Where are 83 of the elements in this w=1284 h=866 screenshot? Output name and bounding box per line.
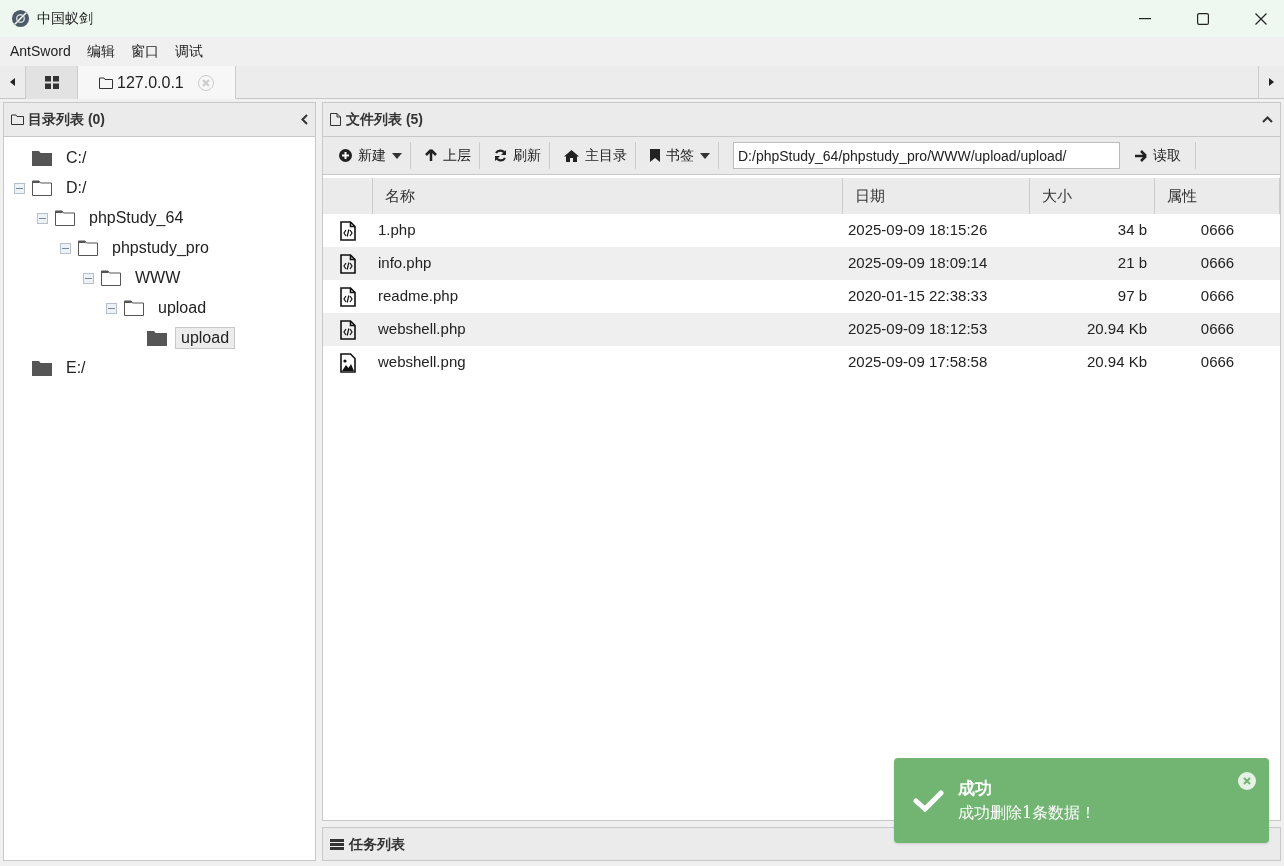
tree-item[interactable]: upload: [152, 297, 213, 319]
file-icon: [330, 113, 341, 126]
tab[interactable]: [26, 66, 78, 99]
collapse-toggle-icon[interactable]: [14, 182, 25, 194]
table-cell-text: 2020-01-15 22:38:33: [847, 286, 989, 307]
path-input[interactable]: D:/phpStudy_64/phpstudy_pro/WWW/upload/upload/: [733, 142, 1120, 169]
tree-item[interactable]: D:/: [60, 177, 93, 199]
toast-message: 成功删除1条数据！: [958, 802, 1097, 825]
app-logo-icon: [11, 9, 30, 28]
toolbar-button[interactable]: 上层: [417, 142, 480, 169]
right-caret-icon: [1269, 78, 1274, 86]
table-cell-text: webshell.png: [377, 352, 467, 373]
file-row[interactable]: info.php 2025-09-09 18:09:14 21 b 0666: [323, 247, 1280, 280]
tree-item[interactable]: WWW: [129, 267, 187, 289]
code-file-icon: [340, 286, 356, 307]
caret-icon: [700, 152, 710, 159]
collapse-icon[interactable]: [1262, 116, 1273, 123]
list-icon: [330, 838, 344, 850]
tree-item[interactable]: phpStudy_64: [83, 207, 190, 229]
close-icon: [1243, 777, 1251, 785]
panel-title: 文件列表 (5): [346, 110, 423, 129]
read-button[interactable]: 读取: [1128, 142, 1196, 169]
table-cell-text: 1.php: [377, 220, 417, 241]
tree-item[interactable]: phpstudy_pro: [106, 237, 215, 259]
image-file-icon: [340, 352, 356, 373]
table-cell-text: 21 b: [1116, 253, 1148, 274]
bookmark-icon: [650, 149, 660, 162]
table-cell-text: 34 b: [1116, 220, 1148, 241]
menu-item[interactable]: 编辑: [80, 39, 121, 64]
menu-item[interactable]: AntSword: [4, 39, 77, 64]
table-cell-text: 20.94 Kb: [1085, 319, 1148, 340]
collapse-toggle-icon[interactable]: [37, 212, 48, 224]
table-cell-text: 2025-09-09 18:15:26: [847, 220, 989, 241]
right-arrow-icon: [1134, 149, 1147, 162]
toolbar-button[interactable]: 书签: [642, 142, 719, 169]
table-cell-text: webshell.php: [377, 319, 467, 340]
up-arrow-icon: [425, 149, 437, 162]
left-caret-icon: [10, 78, 15, 86]
collapse-toggle-icon[interactable]: [60, 242, 71, 254]
toast-title: 成功: [958, 776, 993, 800]
table-cell-text: 0666: [1199, 319, 1236, 340]
table-cell-text: 97 b: [1116, 286, 1148, 307]
table-cell-text: info.php: [377, 253, 433, 274]
tree-item[interactable]: upload: [175, 327, 236, 349]
home-icon: [564, 149, 579, 162]
table-cell-text: 2025-09-09 17:58:58: [847, 352, 989, 373]
collapse-toggle-icon[interactable]: [106, 302, 117, 314]
window-title: 中国蚁剑: [37, 9, 93, 28]
toolbar-button[interactable]: 刷新: [486, 142, 550, 169]
refresh-icon: [494, 149, 507, 162]
table-cell-text: 2025-09-09 18:12:53: [847, 319, 989, 340]
code-file-icon: [340, 319, 356, 340]
folder-icon: [99, 76, 113, 89]
toast-close-button[interactable]: [1238, 772, 1256, 790]
table-cell-text: 0666: [1199, 286, 1236, 307]
tree-item[interactable]: E:/: [60, 357, 92, 379]
panel-title: 目录列表 (0): [28, 110, 105, 129]
minimize-icon: [1139, 17, 1151, 20]
table-cell-text: 0666: [1199, 220, 1236, 241]
table-cell-text: 20.94 Kb: [1085, 352, 1148, 373]
grid-icon: [44, 76, 59, 89]
collapse-icon[interactable]: [301, 114, 308, 125]
table-cell-text: 0666: [1199, 253, 1236, 274]
panel-title: 任务列表: [349, 834, 405, 854]
table-cell-text: readme.php: [377, 286, 460, 307]
file-row[interactable]: webshell.php 2025-09-09 18:12:53 20.94 Kb 0666: [323, 313, 1280, 346]
table-cell-text: 2025-09-09 18:09:14: [847, 253, 989, 274]
tab[interactable]: 127.0.0.1: [78, 66, 236, 99]
toolbar-button[interactable]: 主目录: [556, 142, 636, 169]
collapse-toggle-icon[interactable]: [83, 272, 94, 284]
caret-icon: [392, 152, 402, 159]
close-icon: [1255, 12, 1267, 25]
code-file-icon: [340, 220, 356, 241]
code-file-icon: [340, 253, 356, 274]
maximize-icon: [1197, 12, 1209, 25]
folder-icon: [11, 114, 24, 125]
plus-icon: [339, 149, 352, 162]
checkmark-icon: [913, 789, 944, 812]
menu-item[interactable]: 调试: [168, 39, 209, 64]
tree-item[interactable]: C:/: [60, 147, 93, 169]
menu-item[interactable]: 窗口: [124, 39, 165, 64]
toolbar-button[interactable]: 新建: [331, 142, 411, 169]
table-cell-text: 0666: [1199, 352, 1236, 373]
